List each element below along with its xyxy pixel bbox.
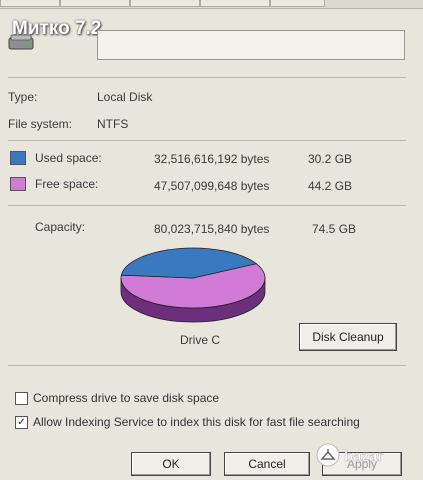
file-system-label: File system: [8, 117, 73, 131]
used-space-label: Used space: [35, 151, 102, 165]
badge-text: bazar [344, 448, 383, 465]
disk-usage-pie [120, 247, 266, 323]
bazar-badge: bazar [316, 443, 384, 467]
free-space-gb: 44.2 GB [308, 179, 353, 193]
free-space-swatch [10, 177, 26, 191]
used-space-gb: 30.2 GB [308, 152, 353, 166]
compress-checkbox[interactable] [15, 392, 28, 405]
divider [8, 77, 406, 78]
tab-sharing[interactable] [200, 0, 270, 7]
drive-name-input[interactable] [97, 30, 405, 60]
checkmark-icon: ✓ [17, 417, 26, 428]
capacity-gb: 74.5 GB [312, 222, 357, 236]
type-label: Type: [8, 90, 38, 104]
divider [8, 365, 406, 366]
file-system-value: NTFS [97, 117, 129, 131]
divider [8, 205, 406, 206]
indexing-checkbox[interactable]: ✓ [15, 416, 28, 429]
tab-tools[interactable] [60, 0, 130, 7]
drive-icon [8, 34, 34, 50]
drive-label: Drive C [180, 333, 221, 347]
divider [8, 140, 406, 141]
indexing-label: Allow Indexing Service to index this dis… [33, 415, 360, 429]
free-space-label: Free space: [35, 177, 99, 191]
cancel-button[interactable]: Cancel [224, 452, 310, 476]
free-space-bytes: 47,507,099,648 bytes [154, 179, 270, 193]
ok-button[interactable]: OK [131, 452, 211, 476]
used-space-bytes: 32,516,616,192 bytes [154, 152, 270, 166]
disk-cleanup-button[interactable]: Disk Cleanup [299, 323, 397, 351]
compress-label: Compress drive to save disk space [33, 391, 220, 405]
type-value: Local Disk [97, 90, 153, 104]
tab-strip [0, 0, 423, 9]
tab-general[interactable] [0, 0, 60, 7]
capacity-bytes: 80,023,715,840 bytes [154, 222, 270, 236]
tab-quota[interactable] [270, 0, 325, 7]
used-space-swatch [10, 151, 26, 165]
capacity-label: Capacity: [35, 220, 86, 234]
tab-hardware[interactable] [130, 0, 200, 7]
